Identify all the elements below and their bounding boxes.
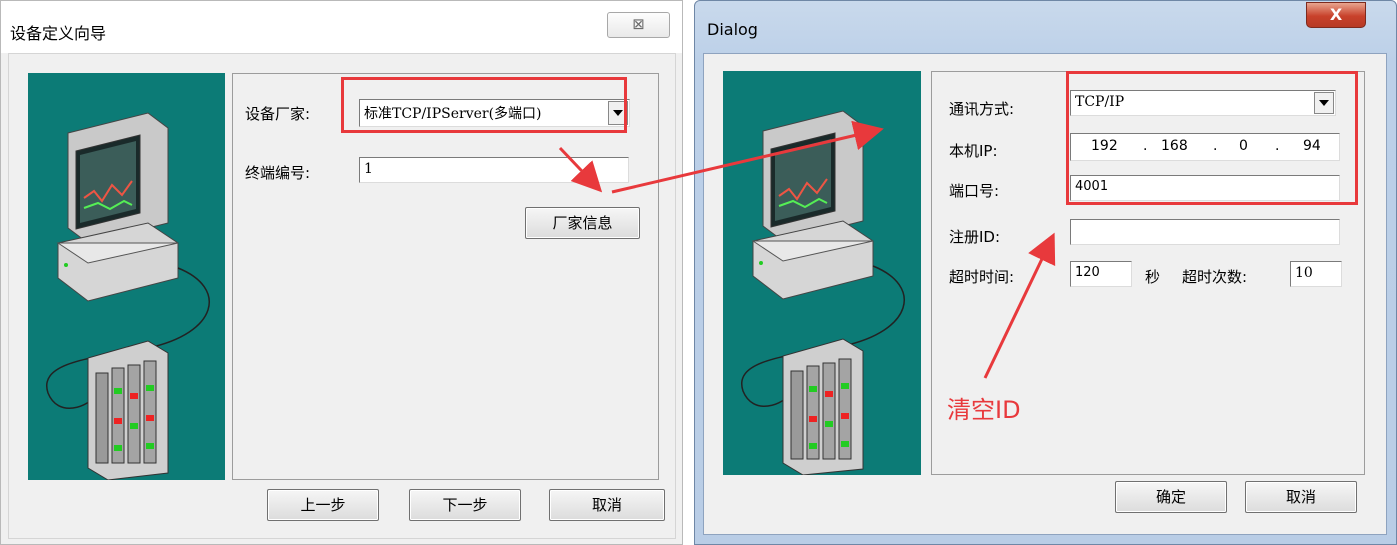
dialog-window: Dialog X 通讯方式: TCP/IP 本机IP: 192 . 168 . … <box>694 0 1397 545</box>
timeout-label: 超时时间: <box>949 268 1015 286</box>
terminal-number-input[interactable]: 1 <box>359 157 629 183</box>
vendor-label: 设备厂家: <box>245 105 311 123</box>
timeout-input[interactable]: 120 <box>1070 261 1132 287</box>
dialog-client-area: 通讯方式: TCP/IP 本机IP: 192 . 168 . 0 . 94 端口… <box>703 53 1387 535</box>
highlight-box <box>1066 71 1358 205</box>
highlight-box <box>341 77 627 133</box>
cancel-button[interactable]: 取消 <box>549 489 665 521</box>
dialog-title: Dialog <box>707 20 758 39</box>
close-icon: X <box>1329 5 1343 24</box>
wizard-close-button[interactable]: ⊠ <box>607 12 670 38</box>
prev-button[interactable]: 上一步 <box>267 489 379 521</box>
port-label: 端口号: <box>949 182 1000 200</box>
clear-id-annotation: 清空ID <box>947 396 1021 424</box>
wizard-form-panel <box>232 73 659 480</box>
computer-monitor-icon <box>45 112 210 480</box>
wizard-titlebar: 设备定义向导 ⊠ <box>1 1 682 53</box>
comm-mode-label: 通讯方式: <box>949 100 1015 118</box>
computer-monitor-icon <box>740 110 905 475</box>
dialog-cancel-button[interactable]: 取消 <box>1245 481 1357 513</box>
local-ip-label: 本机IP: <box>949 142 998 160</box>
register-id-input[interactable] <box>1070 219 1340 245</box>
ok-button[interactable]: 确定 <box>1115 481 1227 513</box>
retries-label: 超时次数: <box>1182 268 1248 286</box>
retries-input[interactable]: 10 <box>1290 261 1342 287</box>
register-id-label: 注册ID: <box>949 228 1001 246</box>
dialog-close-button[interactable]: X <box>1306 2 1366 28</box>
next-button[interactable]: 下一步 <box>409 489 521 521</box>
dialog-illustration-panel <box>723 71 921 475</box>
wizard-illustration-panel <box>28 73 225 480</box>
device-rack-icon <box>782 338 864 475</box>
device-rack-icon <box>87 340 169 480</box>
device-wizard-window: 设备定义向导 ⊠ 设备厂家: 标准TCP/IPServer(多端口) 终端编号:… <box>0 0 683 545</box>
wizard-client-area: 设备厂家: 标准TCP/IPServer(多端口) 终端编号: 1 厂家信息 上… <box>8 53 676 539</box>
terminal-label: 终端编号: <box>245 164 311 182</box>
vendor-info-button[interactable]: 厂家信息 <box>525 207 640 239</box>
seconds-unit: 秒 <box>1145 268 1161 286</box>
close-icon: ⊠ <box>632 15 645 33</box>
wizard-title: 设备定义向导 <box>10 24 107 43</box>
